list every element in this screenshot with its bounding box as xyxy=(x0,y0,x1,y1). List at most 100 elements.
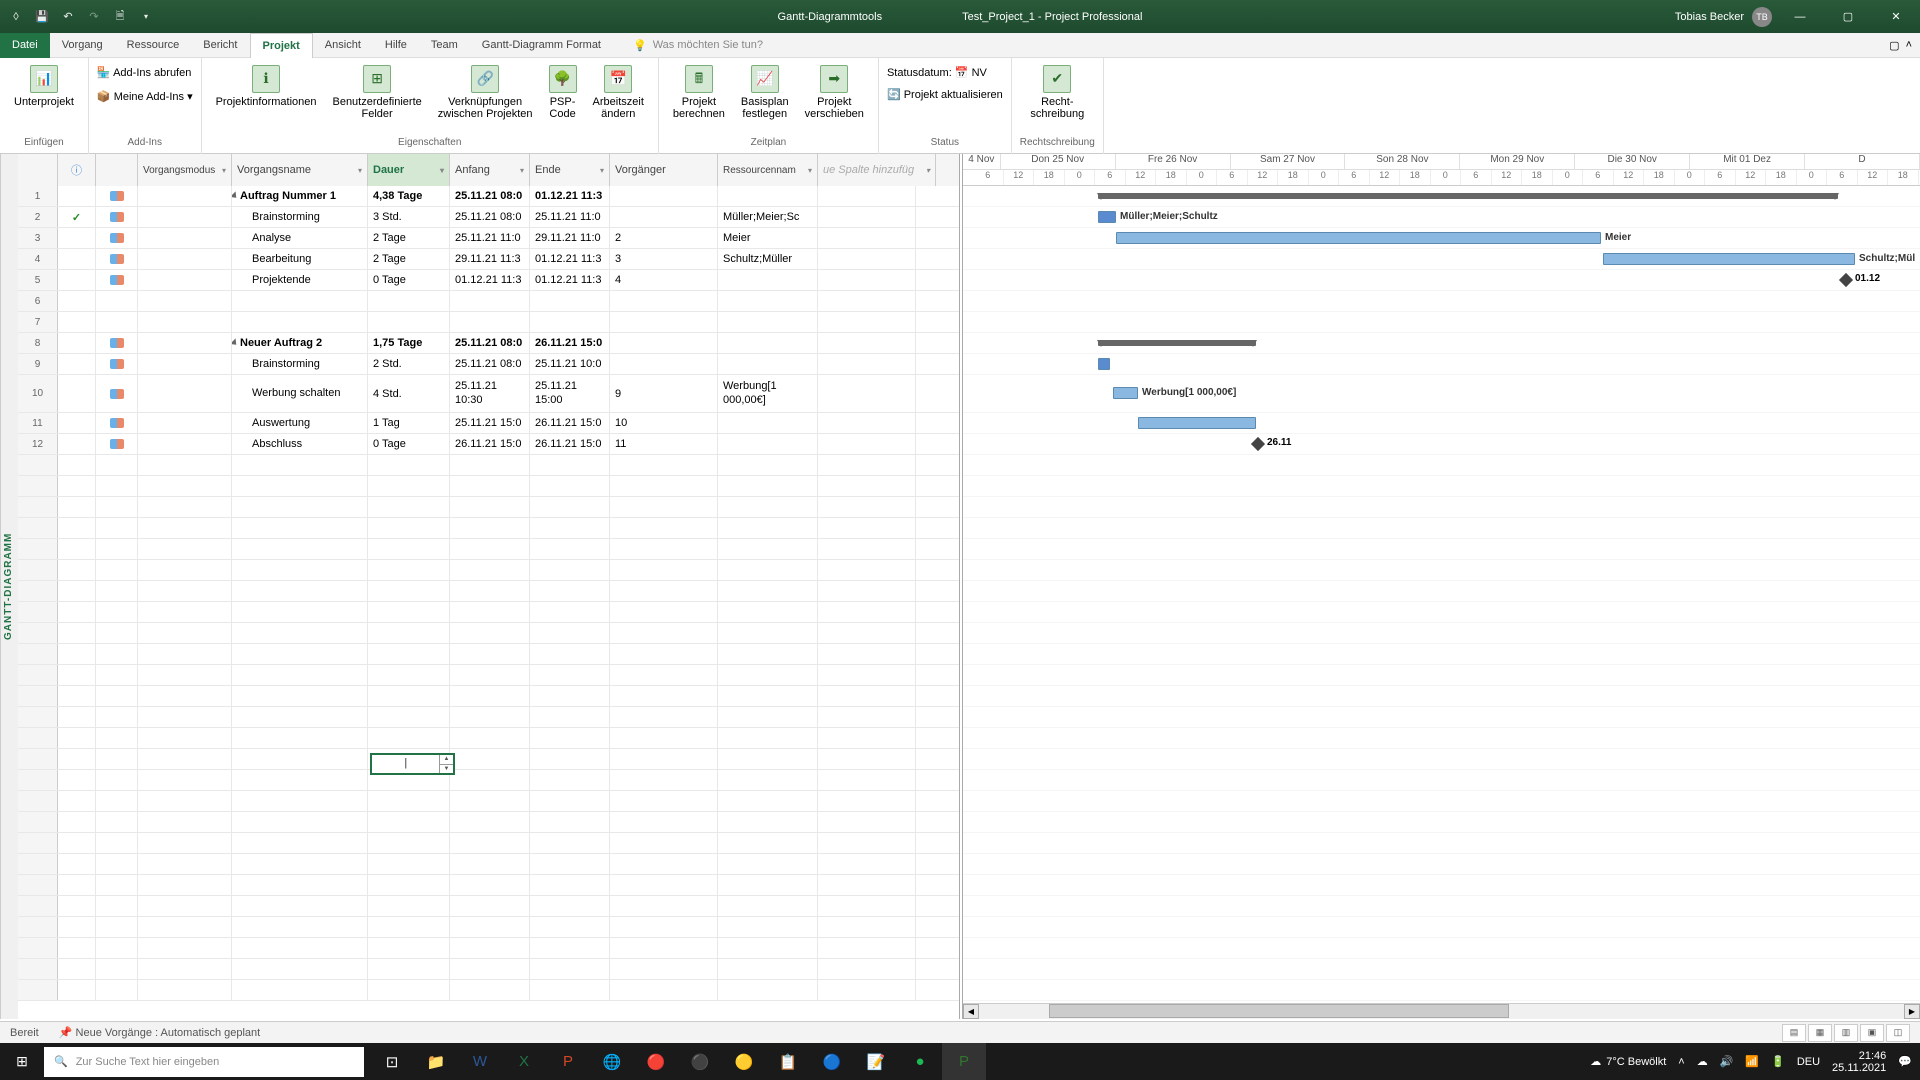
scroll-left-icon[interactable]: ◀ xyxy=(963,1004,979,1019)
duration-cell[interactable]: 2 Tage xyxy=(368,249,450,269)
table-row[interactable] xyxy=(18,959,959,980)
wifi-icon[interactable]: 📶 xyxy=(1745,1055,1759,1068)
duration-cell[interactable]: 2 Std. xyxy=(368,354,450,374)
end-cell[interactable]: 01.12.21 11:3 xyxy=(530,249,610,269)
table-row[interactable] xyxy=(18,917,959,938)
maximize-button[interactable]: ▢ xyxy=(1828,4,1868,30)
tab-ressource[interactable]: Ressource xyxy=(115,33,192,58)
task-name-cell[interactable]: Abschluss xyxy=(232,434,368,454)
table-row[interactable]: 1Auftrag Nummer 14,38 Tage25.11.21 08:00… xyxy=(18,186,959,207)
gantt-pane[interactable]: 4 NovDon 25 NovFre 26 NovSam 27 NovSon 2… xyxy=(963,154,1920,1019)
browser-icon[interactable]: 🔵 xyxy=(810,1043,854,1080)
user-name[interactable]: Tobias Becker xyxy=(1675,11,1744,23)
row-number[interactable] xyxy=(18,560,58,580)
redo-icon[interactable]: ↷ xyxy=(86,9,102,25)
summary-bar[interactable] xyxy=(1098,193,1838,199)
duration-cell[interactable]: 1 Tag xyxy=(368,413,450,433)
row-number[interactable] xyxy=(18,791,58,811)
active-cell[interactable]: | ▲▼ xyxy=(370,753,455,775)
table-row[interactable] xyxy=(18,728,959,749)
table-row[interactable]: 12Abschluss0 Tage26.11.21 15:026.11.21 1… xyxy=(18,434,959,455)
col-end[interactable]: Ende▾ xyxy=(530,154,610,186)
addins-get-button[interactable]: 🏪 Add-Ins abrufen xyxy=(97,66,191,79)
row-number[interactable] xyxy=(18,896,58,916)
start-cell[interactable]: 25.11.21 11:0 xyxy=(450,228,530,248)
calc-button[interactable]: 🖩Projekt berechnen xyxy=(667,62,731,123)
row-number[interactable] xyxy=(18,707,58,727)
duration-cell[interactable]: 0 Tage xyxy=(368,434,450,454)
end-cell[interactable]: 01.12.21 11:3 xyxy=(530,270,610,290)
view-report-button[interactable]: ◫ xyxy=(1886,1024,1910,1042)
view-team-button[interactable]: ▥ xyxy=(1834,1024,1858,1042)
chrome-icon[interactable]: 🔴 xyxy=(634,1043,678,1080)
notification-icon[interactable]: 💬 xyxy=(1898,1055,1912,1068)
powerpoint-icon[interactable]: P xyxy=(546,1043,590,1080)
row-number[interactable]: 4 xyxy=(18,249,58,269)
task-bar[interactable]: Schultz;Mül xyxy=(1603,253,1855,265)
row-number[interactable] xyxy=(18,749,58,769)
row-number[interactable] xyxy=(18,854,58,874)
baseline-button[interactable]: 📈Basisplan festlegen xyxy=(735,62,795,123)
pred-cell[interactable] xyxy=(610,207,718,227)
task-bar[interactable]: Werbung[1 000,00€] xyxy=(1113,387,1138,399)
start-cell[interactable]: 25.11.21 15:0 xyxy=(450,413,530,433)
row-number[interactable] xyxy=(18,980,58,1000)
row-number[interactable] xyxy=(18,623,58,643)
task-name-cell[interactable]: Neuer Auftrag 2 xyxy=(232,333,368,353)
spellcheck-button[interactable]: ✔Recht- schreibung xyxy=(1024,62,1090,123)
end-cell[interactable]: 26.11.21 15:0 xyxy=(530,434,610,454)
spotify-icon[interactable]: ● xyxy=(898,1043,942,1080)
pred-cell[interactable]: 9 xyxy=(610,375,718,412)
table-row[interactable] xyxy=(18,791,959,812)
collapse-icon[interactable] xyxy=(232,191,239,200)
table-row[interactable] xyxy=(18,812,959,833)
tab-bericht[interactable]: Bericht xyxy=(191,33,249,58)
duration-cell[interactable]: 4,38 Tage xyxy=(368,186,450,206)
spin-down-icon[interactable]: ▼ xyxy=(440,765,453,774)
row-number[interactable]: 10 xyxy=(18,375,58,412)
duration-cell[interactable]: 1,75 Tage xyxy=(368,333,450,353)
start-button[interactable]: ⊞ xyxy=(0,1043,44,1080)
tab-team[interactable]: Team xyxy=(419,33,470,58)
task-bar[interactable]: Müller;Meier;Schultz xyxy=(1098,211,1116,223)
clock[interactable]: 21:46 25.11.2021 xyxy=(1832,1050,1886,1074)
close-button[interactable]: ✕ xyxy=(1876,4,1916,30)
row-number[interactable]: 9 xyxy=(18,354,58,374)
end-cell[interactable]: 26.11.21 15:0 xyxy=(530,413,610,433)
tab-ansicht[interactable]: Ansicht xyxy=(313,33,373,58)
table-row[interactable]: 5Projektende0 Tage01.12.21 11:301.12.21 … xyxy=(18,270,959,291)
pred-cell[interactable]: 11 xyxy=(610,434,718,454)
pred-cell[interactable] xyxy=(610,186,718,206)
tab-datei[interactable]: Datei xyxy=(0,33,50,58)
res-cell[interactable] xyxy=(718,186,818,206)
start-cell[interactable]: 25.11.21 08:0 xyxy=(450,333,530,353)
table-row[interactable] xyxy=(18,497,959,518)
table-row[interactable]: 6 xyxy=(18,291,959,312)
table-row[interactable]: 8Neuer Auftrag 21,75 Tage25.11.21 08:026… xyxy=(18,333,959,354)
tab-hilfe[interactable]: Hilfe xyxy=(373,33,419,58)
custom-fields-button[interactable]: ⊞Benutzerdefinierte Felder xyxy=(326,62,427,123)
battery-icon[interactable]: 🔋 xyxy=(1771,1055,1785,1068)
row-number[interactable] xyxy=(18,581,58,601)
doc-icon[interactable]: 🗎 xyxy=(112,9,128,25)
task-name-cell[interactable]: Bearbeitung xyxy=(232,249,368,269)
table-row[interactable]: 11Auswertung1 Tag25.11.21 15:026.11.21 1… xyxy=(18,413,959,434)
summary-bar[interactable] xyxy=(1098,340,1256,346)
table-row[interactable] xyxy=(18,770,959,791)
notepad-icon[interactable]: 📝 xyxy=(854,1043,898,1080)
res-cell[interactable] xyxy=(718,270,818,290)
explorer-icon[interactable]: 📁 xyxy=(414,1043,458,1080)
col-pred[interactable]: Vorgänger xyxy=(610,154,718,186)
col-start[interactable]: Anfang▾ xyxy=(450,154,530,186)
start-cell[interactable]: 29.11.21 11:3 xyxy=(450,249,530,269)
onedrive-icon[interactable]: ☁ xyxy=(1697,1055,1708,1068)
start-cell[interactable]: 01.12.21 11:3 xyxy=(450,270,530,290)
col-duration[interactable]: Dauer▾ xyxy=(368,154,450,186)
row-number[interactable]: 2 xyxy=(18,207,58,227)
table-row[interactable] xyxy=(18,518,959,539)
col-res[interactable]: Ressourcennam▾ xyxy=(718,154,818,186)
start-cell[interactable]: 25.11.21 08:0 xyxy=(450,186,530,206)
view-sidebar[interactable]: GANTT-DIAGRAMM xyxy=(0,154,18,1019)
pred-cell[interactable]: 2 xyxy=(610,228,718,248)
end-cell[interactable]: 29.11.21 11:0 xyxy=(530,228,610,248)
